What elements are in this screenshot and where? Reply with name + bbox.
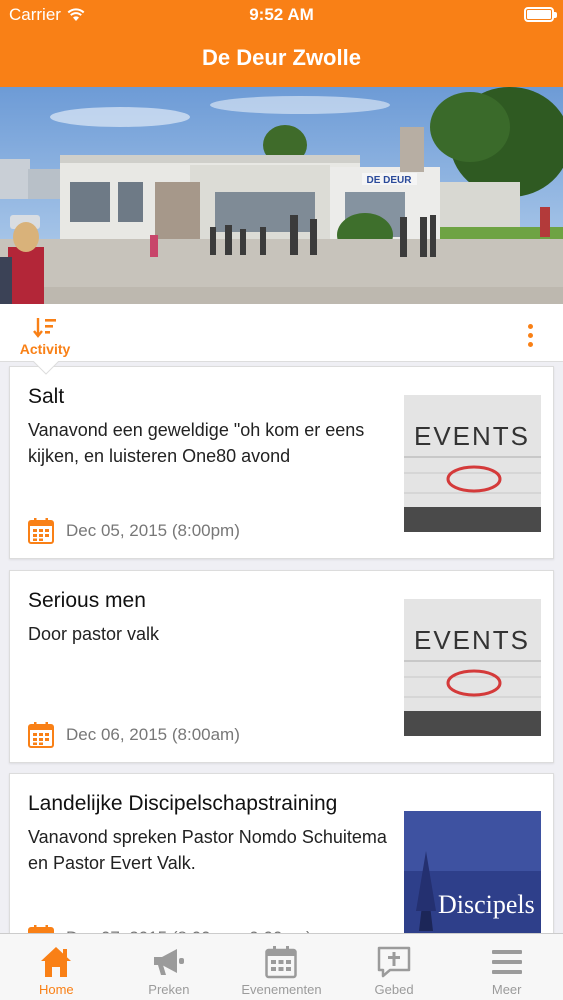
sort-icon bbox=[33, 318, 56, 338]
tab-preken-label: Preken bbox=[148, 982, 190, 997]
event-card[interactable]: Serious men Door pastor valk Dec 06, 201… bbox=[9, 570, 554, 763]
megaphone-icon bbox=[153, 949, 184, 975]
tab-home-label: Home bbox=[38, 982, 74, 997]
event-description: Door pastor valk bbox=[28, 624, 160, 644]
event-title: Salt bbox=[28, 385, 65, 408]
event-title: Landelijke Discipelschapstraining bbox=[28, 792, 338, 815]
svg-text:EVENTS: EVENTS bbox=[414, 421, 530, 451]
calendar-icon bbox=[28, 722, 54, 748]
event-date-text: Dec 06, 2015 (8:00am) bbox=[66, 724, 240, 744]
page-title: De Deur Zwolle bbox=[202, 45, 361, 70]
calendar-icon bbox=[265, 946, 298, 979]
activity-tab-label: Activity bbox=[19, 341, 71, 357]
building-sign-text: DE DEUR bbox=[366, 175, 412, 186]
event-date-text: Dec 05, 2015 (8:00pm) bbox=[66, 520, 240, 540]
activity-bar: Activity bbox=[0, 304, 563, 362]
tab-gebed-label: Gebed bbox=[374, 982, 414, 997]
status-bar: Carrier 9:52 AM bbox=[0, 0, 563, 30]
event-card[interactable]: Salt Vanavond een geweldige "oh kom er e… bbox=[9, 366, 554, 559]
church-hero-image: DE DEUR bbox=[0, 87, 563, 304]
more-options-icon[interactable] bbox=[528, 324, 534, 347]
event-date: Dec 06, 2015 (8:00am) bbox=[28, 721, 240, 748]
battery-icon bbox=[524, 7, 557, 22]
tab-meer-label: Meer bbox=[491, 982, 522, 997]
tab-bar: Home Preken Evenementen Gebed Meer bbox=[0, 933, 563, 1000]
tab-gebed[interactable]: Gebed bbox=[338, 934, 451, 1000]
event-date: Dec 05, 2015 (8:00pm) bbox=[28, 517, 240, 544]
event-description: Vanavond spreken Pastor Nomdo Schuitema … bbox=[28, 827, 387, 873]
prayer-bubble-icon bbox=[377, 946, 411, 978]
tab-evenementen[interactable]: Evenementen bbox=[225, 934, 338, 1000]
tab-evenementen-label: Evenementen bbox=[241, 982, 322, 997]
status-time: 9:52 AM bbox=[249, 5, 314, 24]
activity-sort-tab[interactable]: Activity bbox=[17, 317, 73, 357]
tab-meer[interactable]: Meer bbox=[450, 934, 563, 1000]
tab-preken[interactable]: Preken bbox=[113, 934, 226, 1000]
menu-icon bbox=[491, 950, 522, 974]
event-title: Serious men bbox=[28, 589, 146, 612]
event-thumbnail: EVENTS bbox=[404, 395, 541, 532]
event-thumbnail: Discipels bbox=[404, 811, 541, 948]
active-tab-pointer bbox=[33, 361, 59, 375]
event-thumbnail: EVENTS bbox=[404, 599, 541, 736]
svg-text:Discipels: Discipels bbox=[438, 890, 535, 919]
header: Carrier 9:52 AM De Deur Zwolle bbox=[0, 0, 563, 87]
tab-home[interactable]: Home bbox=[0, 934, 113, 1000]
svg-text:EVENTS: EVENTS bbox=[414, 625, 530, 655]
home-icon bbox=[41, 947, 72, 977]
event-description: Vanavond een geweldige "oh kom er eens k… bbox=[28, 420, 365, 466]
calendar-icon bbox=[28, 518, 54, 544]
